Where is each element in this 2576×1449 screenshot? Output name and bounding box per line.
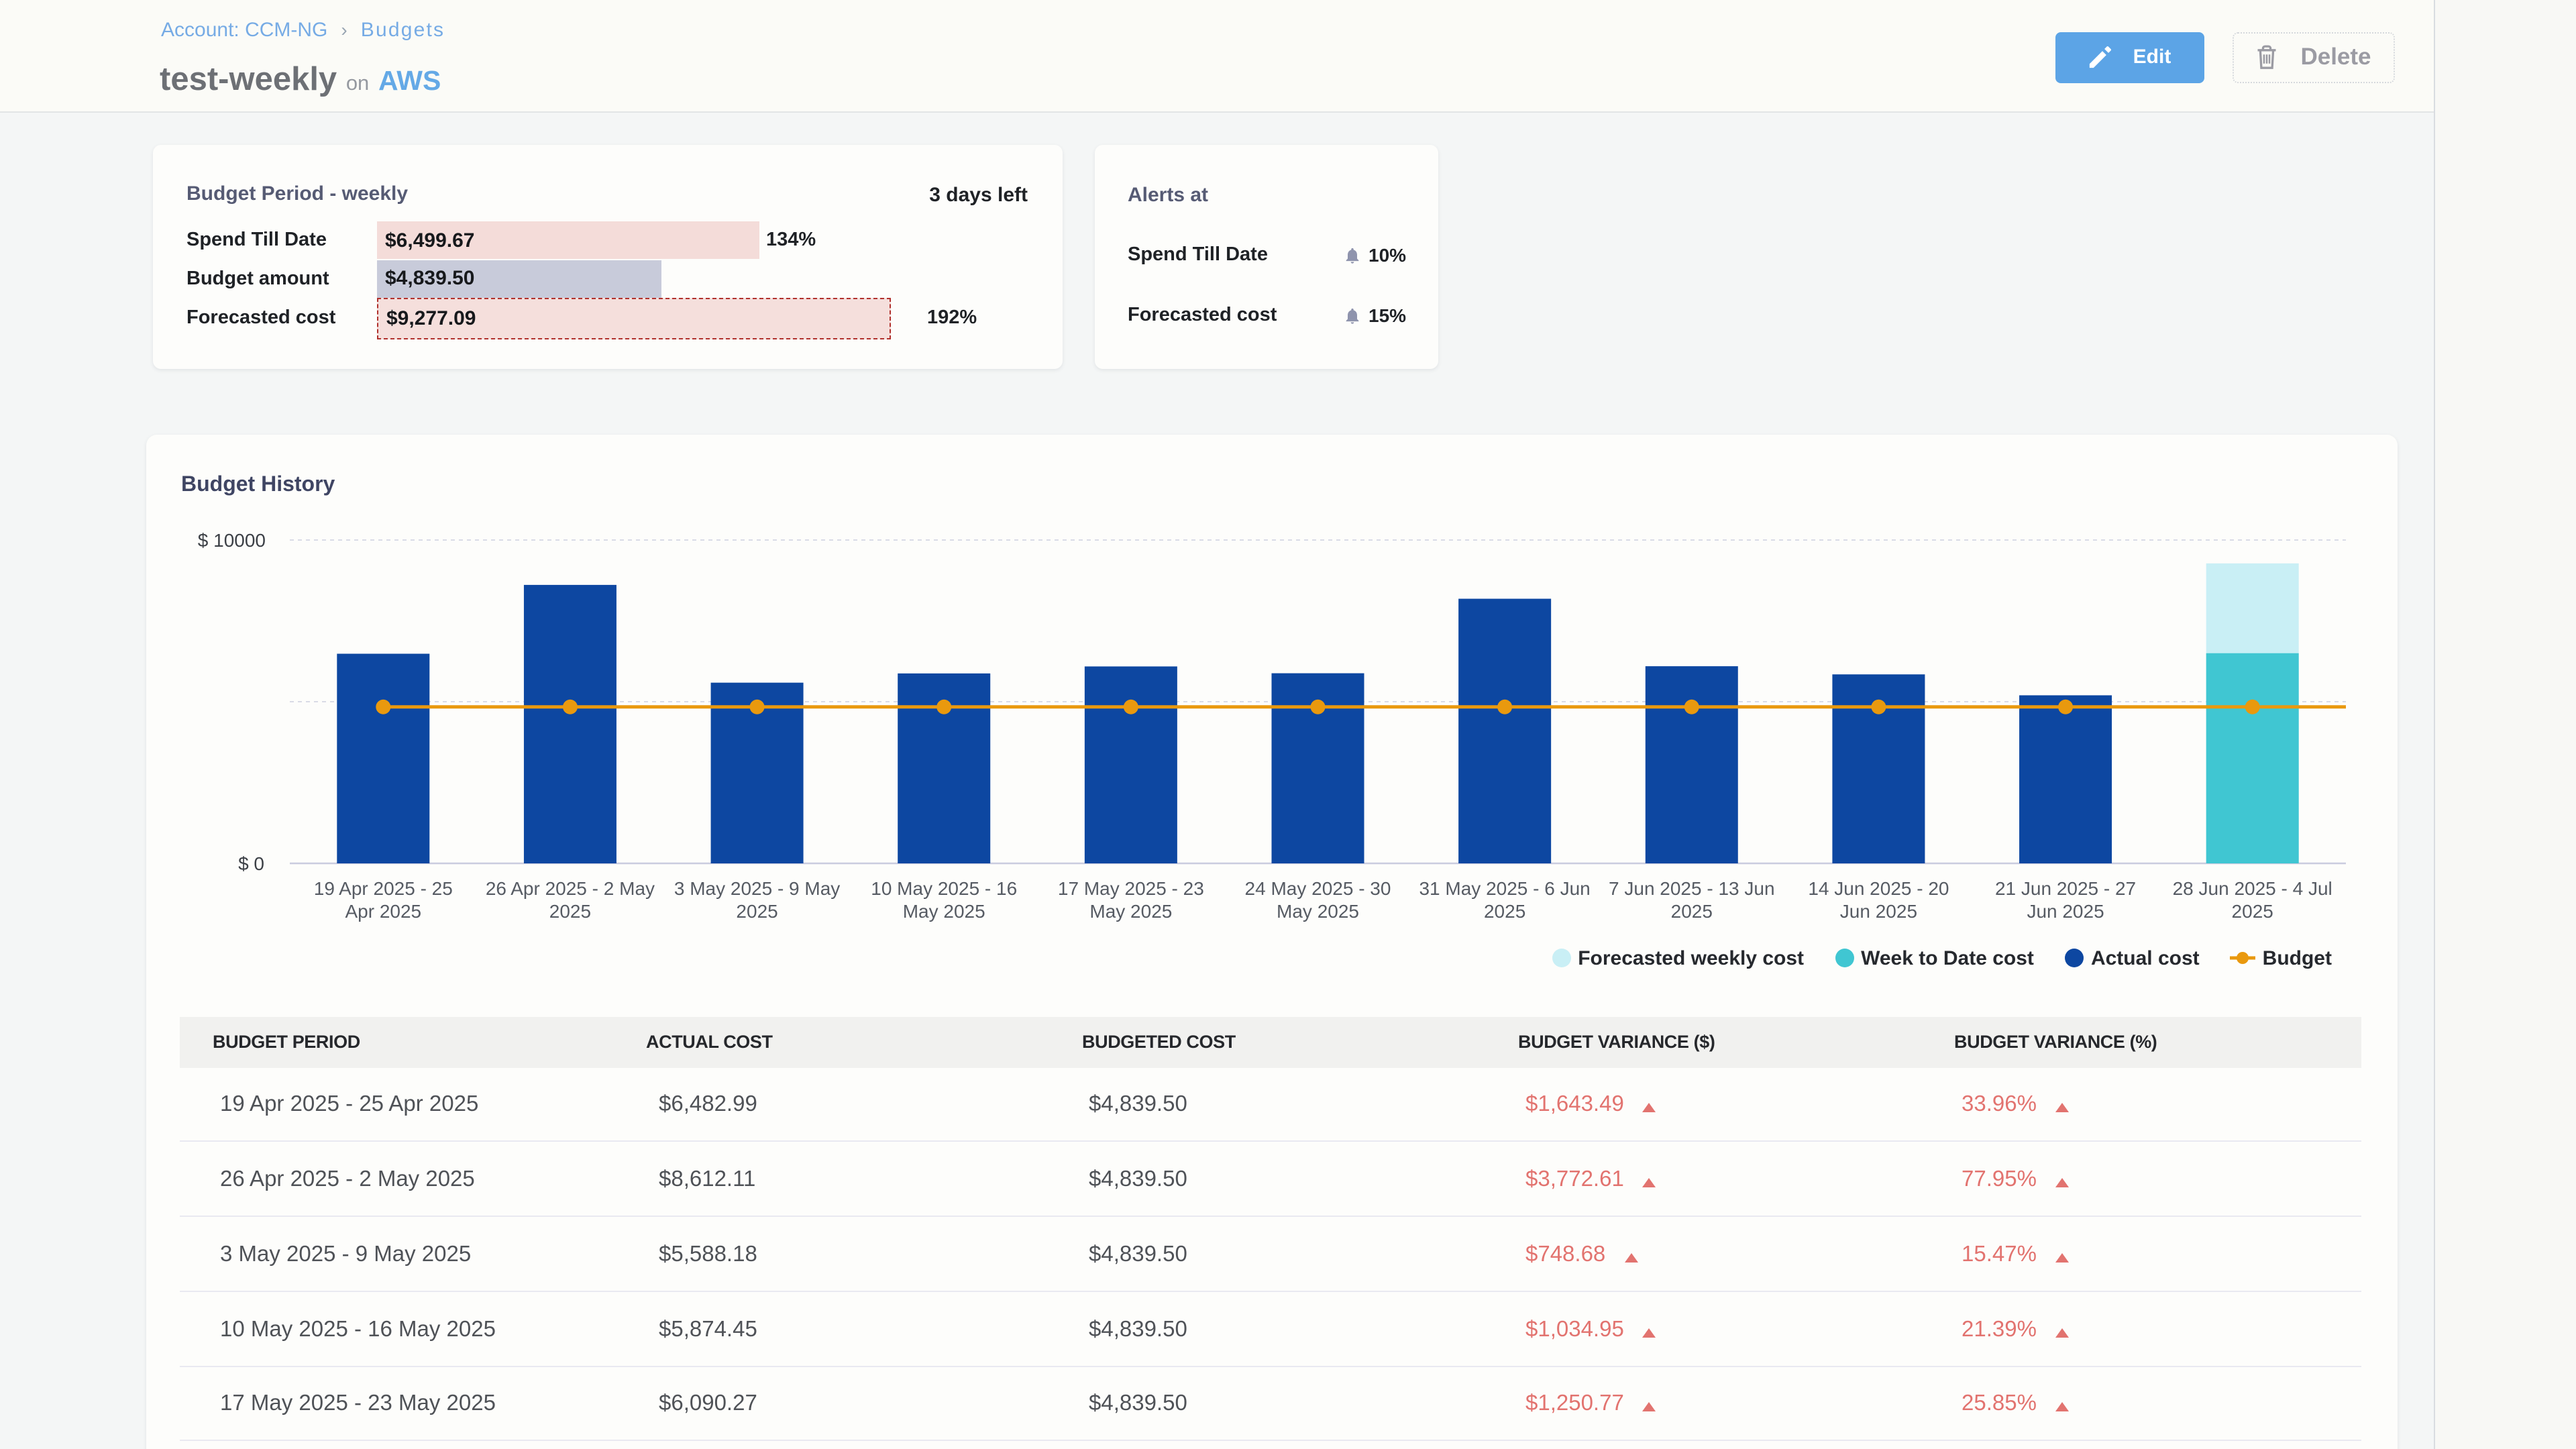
svg-text:3 May 2025 - 9 May2025: 3 May 2025 - 9 May2025	[674, 878, 839, 922]
svg-text:$ 0: $ 0	[237, 853, 264, 874]
svg-text:17 May 2025 - 23May 2025: 17 May 2025 - 23May 2025	[1057, 878, 1203, 922]
svg-text:26 Apr 2025 - 2 May2025: 26 Apr 2025 - 2 May2025	[485, 878, 654, 922]
svg-text:10 May 2025 - 16May 2025: 10 May 2025 - 16May 2025	[870, 878, 1016, 922]
svg-text:14 Jun 2025 - 20Jun 2025: 14 Jun 2025 - 20Jun 2025	[1807, 878, 1948, 922]
svg-text:7 Jun 2025 - 13 Jun2025: 7 Jun 2025 - 13 Jun2025	[1608, 878, 1774, 922]
svg-text:19 Apr 2025 - 25Apr 2025: 19 Apr 2025 - 25Apr 2025	[313, 878, 452, 922]
svg-text:31 May 2025 - 6 Jun2025: 31 May 2025 - 6 Jun2025	[1418, 878, 1589, 922]
svg-text:$ 10000: $ 10000	[197, 530, 265, 551]
svg-text:24 May 2025 - 30May 2025: 24 May 2025 - 30May 2025	[1244, 878, 1391, 922]
svg-text:28 Jun 2025 - 4 Jul2025: 28 Jun 2025 - 4 Jul2025	[2172, 878, 2332, 922]
svg-text:21 Jun 2025 - 27Jun 2025: 21 Jun 2025 - 27Jun 2025	[1994, 878, 2135, 922]
